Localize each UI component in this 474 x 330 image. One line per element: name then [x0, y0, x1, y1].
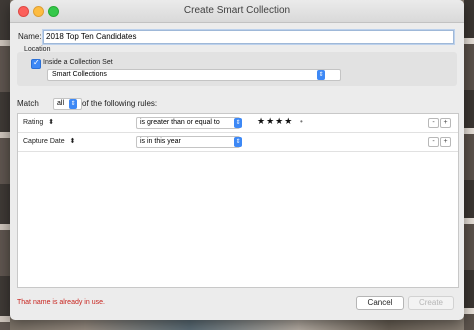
smart-collection-dialog: Create Smart Collection Name: 2018 Top T… [10, 0, 464, 320]
title-bar: Create Smart Collection [10, 0, 464, 23]
up-down-chevron-icon: ⬍ [48, 119, 55, 126]
up-down-chevron-icon: ⬍ [69, 138, 76, 145]
rating-empty-dot[interactable]: • [300, 117, 303, 126]
collection-name-field[interactable]: 2018 Top Ten Candidates [43, 30, 454, 44]
collection-set-popup[interactable]: Smart Collections [47, 69, 341, 81]
inside-collection-set-label: Inside a Collection Set [43, 59, 113, 66]
create-button[interactable]: Create [408, 296, 454, 310]
remove-rule-button[interactable]: - [428, 137, 439, 147]
background-photo-strip-left [0, 0, 10, 330]
name-error-message: That name is already in use. [17, 299, 105, 306]
add-rule-button[interactable]: + [440, 137, 451, 147]
match-mode-select[interactable]: all [53, 98, 82, 110]
up-down-chevron-icon[interactable]: ⇕ [69, 99, 77, 109]
checkmark-icon: ✓ [33, 58, 40, 67]
inside-collection-set-checkbox[interactable]: ✓ [31, 58, 41, 69]
cancel-button[interactable]: Cancel [356, 296, 404, 310]
rating-stars[interactable]: ★★★★ [257, 116, 293, 127]
rule-operator-select[interactable]: is greater than or equal to [136, 117, 240, 129]
rule-row: Capture Date ⬍ is in this year ⇕ - + [18, 133, 458, 152]
add-rule-button[interactable]: + [440, 118, 451, 128]
window-title: Create Smart Collection [183, 5, 291, 16]
up-down-chevron-icon[interactable]: ⇕ [317, 70, 325, 80]
collection-set-value: Smart Collections [52, 71, 107, 78]
name-label: Name: [18, 32, 42, 41]
background-photo-strip-right [464, 0, 474, 330]
up-down-chevron-icon[interactable]: ⇕ [234, 137, 242, 147]
rule-operator-select[interactable]: is in this year [136, 136, 240, 148]
up-down-chevron-icon[interactable]: ⇕ [234, 118, 242, 128]
match-mode-value: all [57, 100, 65, 107]
match-prefix-label: Match [17, 99, 39, 108]
rule-field-select[interactable]: Capture Date ⬍ [23, 137, 75, 145]
match-suffix-label: of the following rules: [82, 99, 158, 108]
rules-list: Rating ⬍ is greater than or equal to ⇕ ★… [17, 113, 459, 288]
remove-rule-button[interactable]: - [428, 118, 439, 128]
rule-field-select[interactable]: Rating ⬍ [23, 118, 54, 126]
rule-row: Rating ⬍ is greater than or equal to ⇕ ★… [18, 114, 458, 133]
